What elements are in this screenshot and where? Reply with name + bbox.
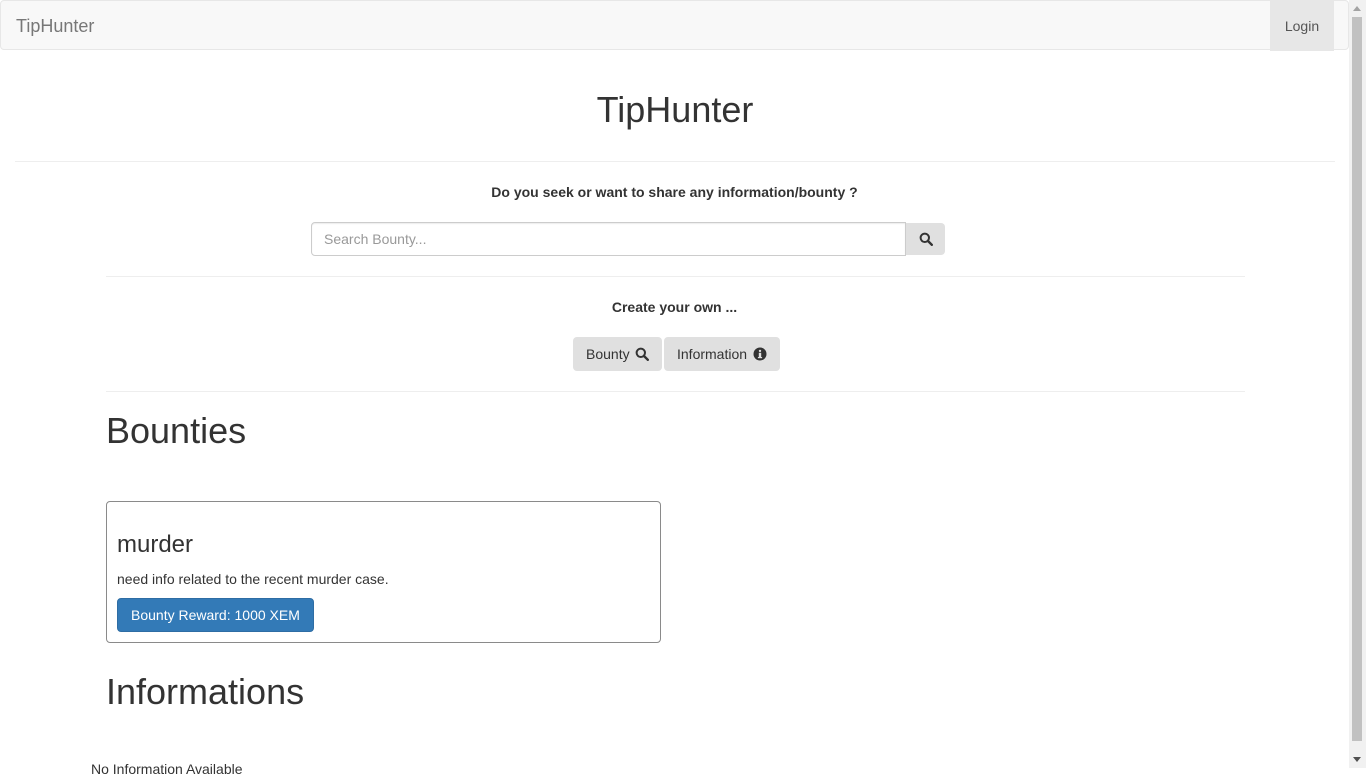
- create-bounty-label: Bounty: [586, 346, 630, 362]
- scroll-thumb[interactable]: [1352, 17, 1362, 741]
- create-information-label: Information: [677, 346, 748, 362]
- search-group: [311, 222, 945, 256]
- no-information-text: No Information Available: [91, 761, 243, 777]
- search-input[interactable]: [311, 222, 906, 256]
- create-information-button[interactable]: Information: [664, 337, 780, 371]
- search-button[interactable]: [906, 223, 945, 255]
- bounty-title: murder: [117, 531, 194, 558]
- page-title: TipHunter: [596, 89, 754, 130]
- page-header: TipHunter: [15, 52, 1335, 162]
- bounty-reward-button[interactable]: Bounty Reward: 1000 XEM: [117, 598, 314, 632]
- login-link[interactable]: Login: [1270, 1, 1334, 51]
- create-bounty-button[interactable]: Bounty: [573, 337, 663, 371]
- search-icon: [636, 347, 650, 362]
- scroll-down-icon[interactable]: [1353, 757, 1361, 762]
- search-icon: [919, 232, 933, 246]
- bounties-title: Bounties: [106, 410, 247, 451]
- scroll-up-icon[interactable]: [1353, 6, 1361, 11]
- search-prompt: Do you seek or want to share any informa…: [491, 184, 858, 200]
- vertical-scrollbar[interactable]: [1349, 0, 1366, 768]
- create-title: Create your own ...: [611, 299, 738, 315]
- brand-link[interactable]: TipHunter: [16, 1, 94, 51]
- info-circle-icon: [753, 347, 767, 361]
- divider: [106, 276, 1245, 277]
- navbar: TipHunter Login: [0, 0, 1349, 51]
- bounty-description: need info related to the recent murder c…: [117, 571, 389, 587]
- divider: [106, 391, 1245, 392]
- informations-title: Informations: [106, 671, 305, 712]
- bounty-card: murder need info related to the recent m…: [106, 501, 661, 643]
